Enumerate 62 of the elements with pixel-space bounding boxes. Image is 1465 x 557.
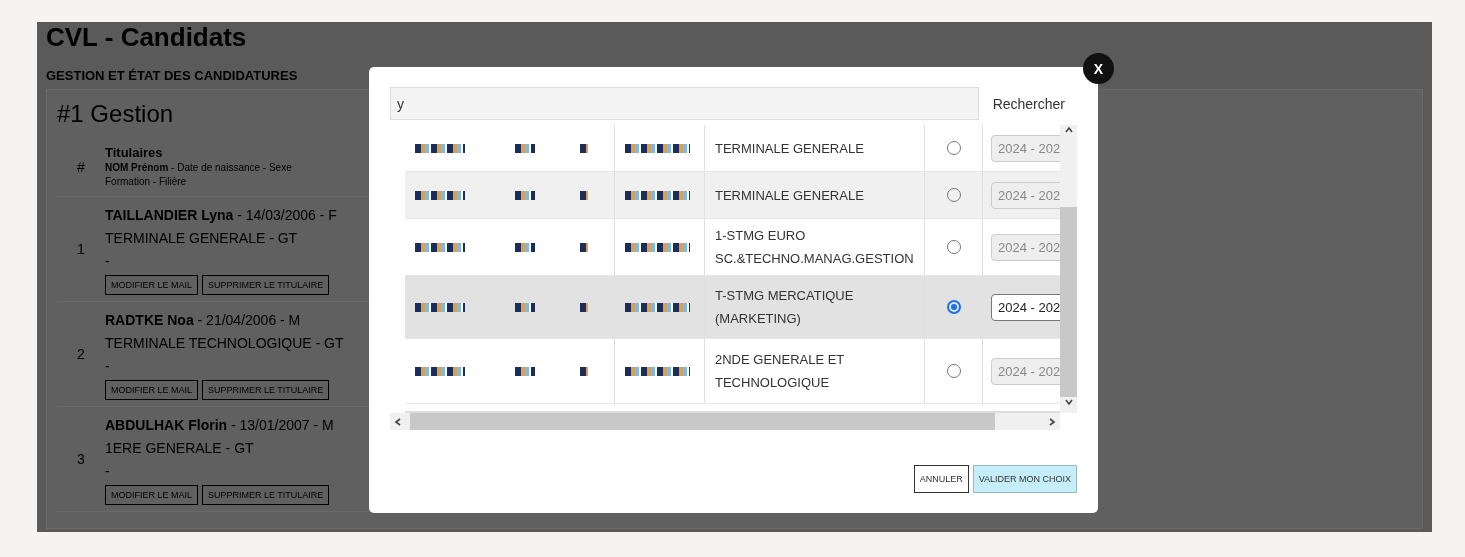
chevron-left-icon[interactable] (393, 416, 403, 427)
action-button[interactable]: SUPPRIMER LE TITULAIRE (202, 484, 330, 505)
redacted-block (625, 143, 690, 153)
column-header: Titulaires (105, 145, 164, 160)
redacted-block (580, 366, 588, 376)
close-button[interactable]: X (1083, 53, 1114, 84)
column-subheader: NOM Prénom - Date de naissance - Sexe Formation - Filière (105, 161, 292, 189)
holder-mail: - (105, 251, 111, 271)
chevron-up-icon[interactable] (1063, 125, 1074, 135)
chevron-down-icon[interactable] (1063, 397, 1074, 407)
holder-name: TAILLANDIER Lyna - 14/03/2006 - F (105, 205, 337, 225)
program-name: T-STMG MERCATIQUE (MARKETING) (715, 287, 855, 328)
redacted-block (415, 366, 465, 376)
holder-mail: - (105, 356, 111, 376)
redacted-block (515, 143, 535, 153)
redacted-block (580, 242, 588, 252)
redacted-block (415, 190, 465, 200)
redacted-block (580, 143, 588, 153)
radio-button[interactable] (946, 300, 961, 314)
page-title: CVL - Candidats (46, 22, 247, 52)
column-header: # (76, 159, 86, 175)
action-button[interactable]: MODIFIER LE MAIL (105, 484, 198, 505)
redacted-block (515, 366, 535, 376)
action-button[interactable]: SUPPRIMER LE TITULAIRE (202, 379, 330, 400)
action-button[interactable]: MODIFIER LE MAIL (105, 379, 198, 400)
holder-name: RADTKE Noa - 21/04/2006 - M (105, 310, 302, 330)
action-button[interactable]: MODIFIER LE MAIL (105, 274, 198, 295)
confirm-button[interactable]: VALIDER MON CHOIX (972, 465, 1077, 493)
redacted-block (415, 302, 465, 312)
redacted-block (625, 366, 690, 376)
holder-name: ABDULHAK Florin - 13/01/2007 - M (105, 415, 334, 435)
search-field[interactable]: y (390, 87, 979, 120)
redacted-block (625, 190, 690, 200)
program-name: 1-STMG EURO SC.&TECHNO.MANAG.GESTION (715, 227, 914, 268)
program-name: TERMINALE GENERALE (715, 186, 864, 205)
holder-mail: - (105, 461, 111, 481)
redacted-block (415, 242, 465, 252)
redacted-block (580, 190, 588, 200)
chevron-right-icon[interactable] (1047, 416, 1057, 427)
program-name: TERMINALE GENERALE (715, 139, 864, 158)
search-button[interactable]: Rechercher (992, 95, 1077, 112)
action-button[interactable]: SUPPRIMER LE TITULAIRE (202, 274, 330, 295)
row-number: 1 (76, 241, 86, 257)
row-number: 2 (76, 346, 86, 362)
redacted-block (625, 302, 690, 312)
row-number: 3 (76, 451, 86, 467)
card-title: #1 Gestion (57, 100, 174, 128)
program-name: 2NDE GENERALE ET TECHNOLOGIQUE (715, 351, 846, 392)
section-heading: GESTION ET ÉTAT DES CANDIDATURES (46, 68, 298, 83)
holder-program: 1ERE GENERALE - GT (105, 438, 255, 458)
redacted-block (625, 242, 690, 252)
year-select[interactable]: 2024 - 202 (991, 293, 1060, 321)
cancel-button[interactable]: ANNULER (913, 465, 969, 493)
holder-program: TERMINALE GENERALE - GT (105, 228, 299, 248)
redacted-block (515, 242, 535, 252)
holder-program: TERMINALE TECHNOLOGIQUE - GT (105, 333, 344, 353)
horizontal-scrollbar[interactable] (390, 413, 1060, 430)
redacted-block (515, 190, 535, 200)
redacted-block (580, 302, 588, 312)
vertical-scrollbar[interactable] (1060, 125, 1077, 413)
redacted-block (415, 143, 465, 153)
redacted-block (515, 302, 535, 312)
